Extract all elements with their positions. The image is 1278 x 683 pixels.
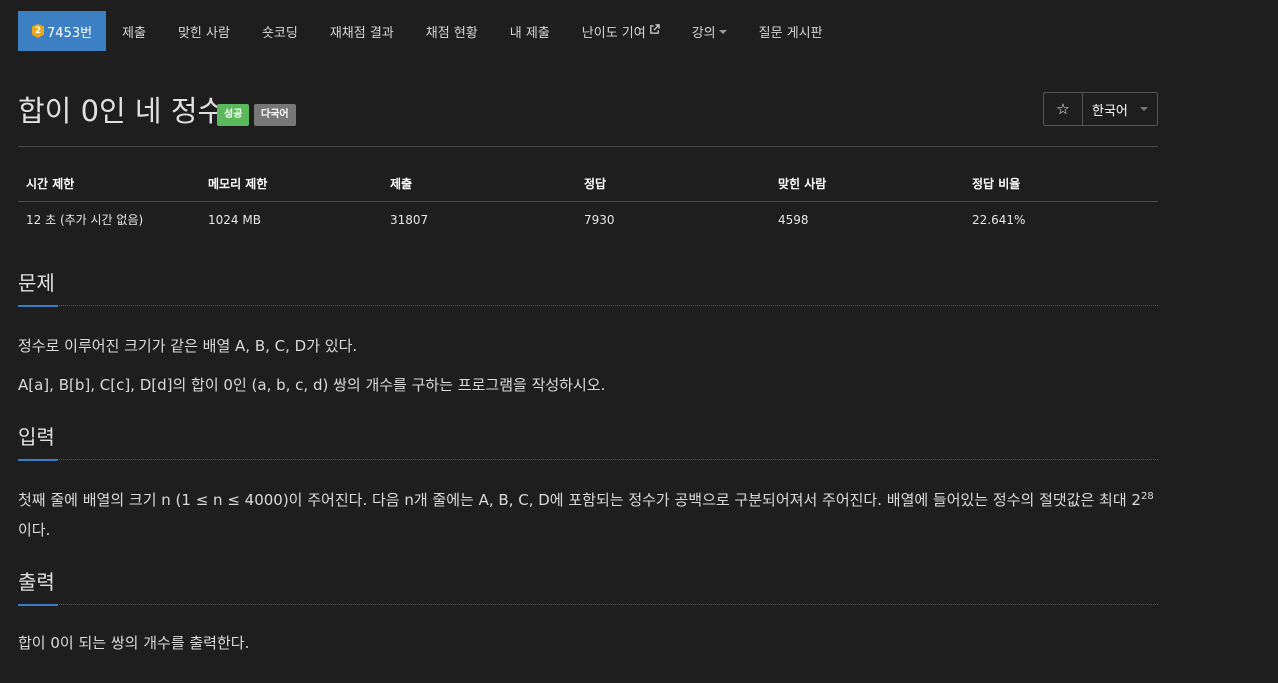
nav-difficulty-label: 난이도 기여 bbox=[581, 25, 646, 41]
input-description: 첫째 줄에 배열의 크기 n (1 ≤ n ≤ 4000)이 주어진다. 다음 … bbox=[18, 485, 1158, 545]
section-output-header: 출력 bbox=[18, 566, 1158, 606]
status-badge-success: 성공 bbox=[217, 104, 250, 126]
nav-difficulty-contribution[interactable]: 난이도 기여 bbox=[566, 11, 676, 51]
description-line-2: A[a], B[b], C[c], D[d]의 합이 0인 (a, b, c, … bbox=[18, 376, 606, 394]
section-underline bbox=[18, 604, 58, 606]
header-memory-limit: 메모리 제한 bbox=[200, 166, 382, 202]
section-output-title: 출력 bbox=[18, 570, 55, 594]
section-underline bbox=[18, 305, 58, 307]
problem-number-label: 7453번 bbox=[47, 25, 93, 41]
chevron-down-icon bbox=[1140, 107, 1148, 111]
header-divider bbox=[18, 146, 1158, 147]
value-time-limit: 12 초 (추가 시간 없음) bbox=[26, 213, 144, 227]
language-select-value: 한국어 bbox=[1092, 103, 1128, 119]
section-description-header: 문제 bbox=[18, 267, 1158, 307]
value-submissions: 31807 bbox=[390, 212, 429, 227]
language-select[interactable]: 한국어 bbox=[1083, 93, 1157, 125]
nav-short-coding[interactable]: 숏코딩 bbox=[246, 11, 314, 51]
problem-nav: 2 7453번 제출 맞힌 사람 숏코딩 재채점 결과 채점 현황 내 제출 난… bbox=[18, 11, 839, 51]
nav-submit[interactable]: 제출 bbox=[106, 11, 162, 51]
language-selector-group: ☆ 한국어 bbox=[1043, 92, 1158, 126]
table-header-row: 시간 제한 메모리 제한 제출 정답 맞힌 사람 정답 비율 bbox=[18, 166, 1158, 202]
output-description: 합이 0이 되는 쌍의 개수를 출력한다. bbox=[18, 634, 250, 652]
problem-header: 합이 0인 네 정수 성공 다국어 ☆ 한국어 bbox=[18, 88, 1158, 134]
star-icon[interactable]: ☆ bbox=[1044, 93, 1083, 125]
tier-badge-icon: 2 bbox=[32, 24, 44, 38]
nav-rejudge-result[interactable]: 재채점 결과 bbox=[314, 11, 410, 51]
section-underline bbox=[18, 459, 58, 461]
nav-problem-number[interactable]: 2 7453번 bbox=[18, 11, 107, 51]
description-line-1: 정수로 이루어진 크기가 같은 배열 A, B, C, D가 있다. bbox=[18, 337, 358, 355]
external-link-icon bbox=[649, 23, 660, 39]
status-badge-multilingual: 다국어 bbox=[254, 104, 296, 126]
header-submissions: 제출 bbox=[382, 166, 576, 202]
input-power-base: 2 bbox=[1131, 491, 1141, 509]
header-correct-ratio: 정답 비율 bbox=[964, 166, 1158, 202]
nav-my-submissions[interactable]: 내 제출 bbox=[494, 11, 566, 51]
input-power-exponent: 28 bbox=[1140, 491, 1154, 502]
nav-lectures-label: 강의 bbox=[691, 25, 716, 41]
section-input-header: 입력 bbox=[18, 421, 1158, 461]
value-correct: 7930 bbox=[584, 212, 615, 227]
nav-solved-users[interactable]: 맞힌 사람 bbox=[162, 11, 246, 51]
header-solved-users: 맞힌 사람 bbox=[770, 166, 964, 202]
section-input-title: 입력 bbox=[18, 425, 55, 449]
chevron-down-icon bbox=[718, 30, 727, 34]
table-row: 12 초 (추가 시간 없음) 1024 MB 31807 7930 4598 … bbox=[18, 202, 1158, 238]
value-memory-limit: 1024 MB bbox=[208, 212, 261, 227]
input-text: 첫째 줄에 배열의 크기 n (1 ≤ n ≤ 4000)이 주어진다. 다음 … bbox=[18, 491, 1127, 509]
problem-title: 합이 0인 네 정수 bbox=[18, 94, 225, 128]
problem-info-table: 시간 제한 메모리 제한 제출 정답 맞힌 사람 정답 비율 12 초 (추가 … bbox=[18, 166, 1158, 237]
input-text-end: 이다. bbox=[18, 521, 51, 539]
section-description-title: 문제 bbox=[18, 271, 55, 295]
value-solved-users: 4598 bbox=[778, 212, 809, 227]
header-correct: 정답 bbox=[576, 166, 770, 202]
nav-question-board[interactable]: 질문 게시판 bbox=[743, 11, 839, 51]
header-time-limit: 시간 제한 bbox=[18, 166, 200, 202]
value-correct-ratio: 22.641% bbox=[972, 212, 1026, 227]
nav-lectures[interactable]: 강의 bbox=[676, 11, 743, 51]
nav-judge-status[interactable]: 채점 현황 bbox=[410, 11, 494, 51]
